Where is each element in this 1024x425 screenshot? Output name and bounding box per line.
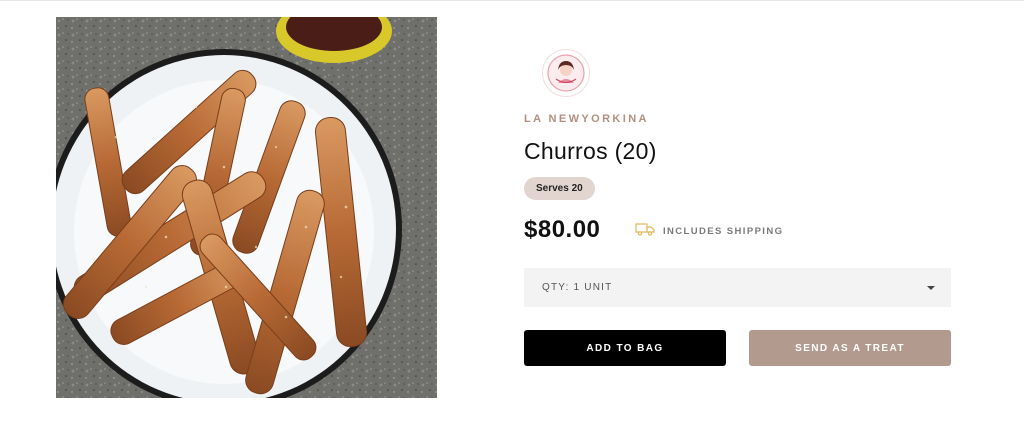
- add-to-bag-button[interactable]: ADD TO BAG: [524, 330, 726, 366]
- product-details: LA NEWYORKINA Churros (20) Serves 20 $80…: [524, 0, 951, 425]
- send-as-treat-button[interactable]: SEND AS A TREAT: [749, 330, 951, 366]
- shipping-label: INCLUDES SHIPPING: [663, 225, 784, 237]
- chevron-down-icon: [927, 285, 935, 290]
- product-image[interactable]: [56, 17, 437, 398]
- churros-photo: [56, 17, 437, 398]
- product-title: Churros (20): [524, 138, 657, 164]
- quantity-select-value: QTY: 1 UNIT: [542, 282, 613, 293]
- shipping-info: INCLUDES SHIPPING: [635, 222, 783, 240]
- truck-icon: [635, 222, 655, 241]
- serves-badge: Serves 20: [524, 177, 595, 200]
- brand-name[interactable]: LA NEWYORKINA: [524, 113, 649, 125]
- brand-logo-graphic: [547, 54, 585, 92]
- product-price: $80.00: [524, 216, 601, 243]
- brand-logo[interactable]: [542, 49, 590, 97]
- quantity-select[interactable]: QTY: 1 UNIT: [524, 268, 951, 307]
